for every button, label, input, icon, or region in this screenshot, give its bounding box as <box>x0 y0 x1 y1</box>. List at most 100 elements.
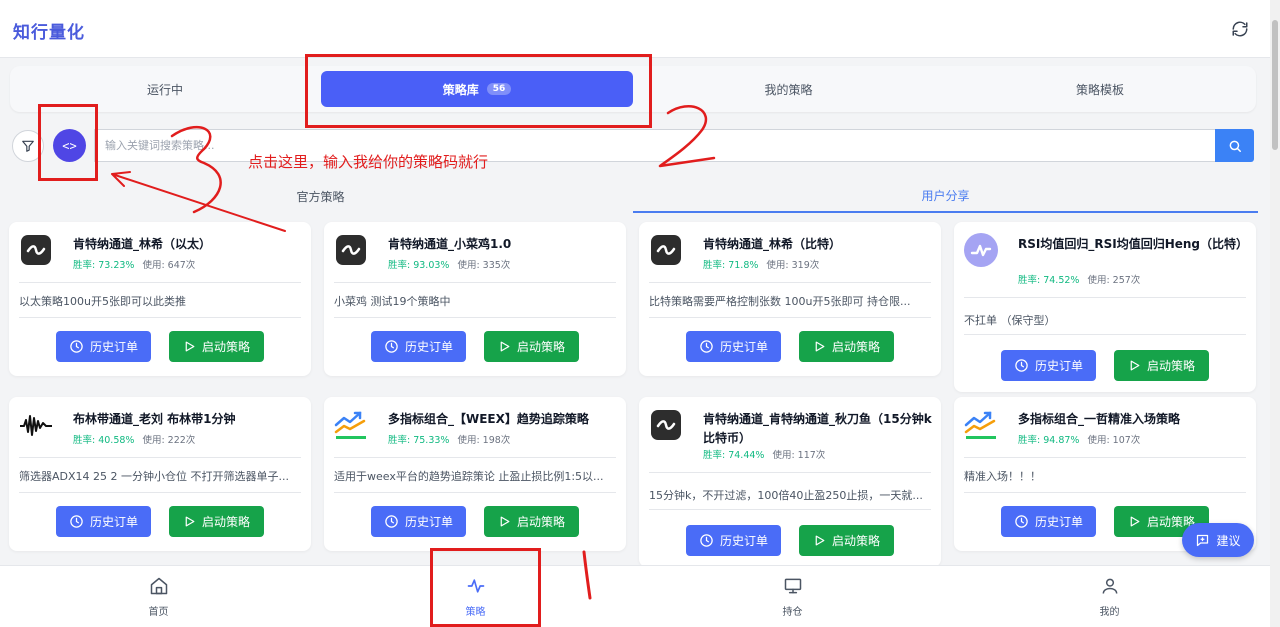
start-strategy-button[interactable]: 启动策略 <box>169 506 264 537</box>
history-orders-button[interactable]: 历史订单 <box>56 331 151 362</box>
history-orders-button[interactable]: 历史订单 <box>56 506 151 537</box>
start-strategy-button[interactable]: 启动策略 <box>799 331 894 362</box>
strategy-description: 不扛单 （保守型） <box>964 314 1056 327</box>
button-label: 历史订单 <box>89 340 138 354</box>
win-rate: 胜率: 71.8% <box>703 260 759 271</box>
clock-icon <box>70 340 83 353</box>
app-header: 知行量化 <box>0 0 1270 58</box>
tab-label: 运行中 <box>146 82 183 97</box>
start-strategy-button[interactable]: 启动策略 <box>799 525 894 556</box>
nav-positions[interactable]: 持仓 <box>634 566 951 627</box>
divider <box>334 492 616 493</box>
history-orders-button[interactable]: 历史订单 <box>686 525 781 556</box>
strategy-card[interactable]: 肯特纳通道_肯特纳通道_秋刀鱼（15分钟k比特币） 胜率: 74.44% 使用: 1… <box>639 397 941 567</box>
tab-strategy-templates[interactable]: 策略模板 <box>944 66 1256 112</box>
divider <box>649 282 931 283</box>
clock-icon <box>700 534 713 547</box>
strategy-title: 肯特纳通道_小菜鸡1.0 <box>388 237 512 251</box>
search-input[interactable] <box>94 129 1216 162</box>
strategy-description: 筛选器ADX14 25 2 一分钟小仓位 不打开筛选器单子... <box>19 470 289 483</box>
win-rate: 胜率: 74.44% <box>703 450 765 461</box>
suggest-label: 建议 <box>1216 533 1241 548</box>
strategy-description: 精准入场！！！ <box>964 470 1041 483</box>
strategy-code-button[interactable]: <> <box>53 129 86 162</box>
wave-icon <box>649 408 683 442</box>
divider <box>19 492 301 493</box>
play-icon <box>1130 360 1140 371</box>
button-label: 启动策略 <box>516 515 565 529</box>
win-rate: 胜率: 40.58% <box>73 435 135 446</box>
strategy-title: 布林带通道_老刘 布林带1分钟 <box>73 412 236 426</box>
tab-my-strategies[interactable]: 我的策略 <box>633 66 944 112</box>
strategy-card[interactable]: 肯特纳通道_林希（比特） 胜率: 71.8% 使用: 319次 比特策略需要严格控制张… <box>639 222 941 376</box>
refresh-button[interactable] <box>1228 17 1252 41</box>
button-label: 启动策略 <box>831 534 880 548</box>
divider <box>964 492 1246 493</box>
clock-icon <box>385 340 398 353</box>
strategy-title: RSI均值回归_RSI均值回归Heng（比特） <box>1018 237 1249 251</box>
trend-chart-icon <box>964 408 998 442</box>
strategy-description: 小菜鸡 测试19个策略中 <box>334 295 451 308</box>
clock-icon <box>1015 359 1028 372</box>
button-label: 启动策略 <box>1146 359 1195 373</box>
strategy-card[interactable]: RSI均值回归_RSI均值回归Heng（比特） 胜率: 74.52% 使用: 257… <box>954 222 1256 392</box>
app-title: 知行量化 <box>13 23 85 43</box>
button-label: 历史订单 <box>719 340 768 354</box>
strategy-description: 比特策略需要严格控制张数 100u开5张即可 持仓限... <box>649 295 911 308</box>
strategy-card[interactable]: 肯特纳通道_林希（以太） 胜率: 73.23% 使用: 647次 以太策略100u开5… <box>9 222 311 376</box>
tab-strategy-library[interactable]: 策略库 56 <box>321 71 633 107</box>
strategy-card[interactable]: 肯特纳通道_小菜鸡1.0 胜率: 93.03% 使用: 335次 小菜鸡 测试19个策… <box>324 222 626 376</box>
strategy-card[interactable]: 布林带通道_老刘 布林带1分钟 胜率: 40.58% 使用: 222次筛选器ADX1… <box>9 397 311 551</box>
strategy-card[interactable]: 多指标组合_【WEEX】趋势追踪策略 胜率: 75.33% 使用: 198次 适用于w… <box>324 397 626 551</box>
nav-home[interactable]: 首页 <box>0 566 317 627</box>
clock-icon <box>1015 515 1028 528</box>
source-tabs: 官方策略 用户分享 <box>8 180 1258 213</box>
filter-button[interactable] <box>12 130 44 162</box>
scrollbar-thumb[interactable] <box>1272 20 1278 150</box>
strategy-stats: 胜率: 73.23% 使用: 647次 <box>73 257 195 271</box>
suggest-button[interactable]: 建议 <box>1182 523 1254 557</box>
pulse-circle-icon <box>964 233 998 267</box>
strategy-stats: 胜率: 71.8% 使用: 319次 <box>703 257 819 271</box>
tab-label: 官方策略 <box>296 190 345 204</box>
strategy-stats: 胜率: 40.58% 使用: 222次 <box>73 432 195 446</box>
history-orders-button[interactable]: 历史订单 <box>686 331 781 362</box>
divider <box>334 317 616 318</box>
page-scrollbar[interactable] <box>1270 0 1280 627</box>
start-strategy-button[interactable]: 启动策略 <box>484 506 579 537</box>
start-strategy-button[interactable]: 启动策略 <box>1114 350 1209 381</box>
history-orders-button[interactable]: 历史订单 <box>1001 506 1096 537</box>
strategy-title: 多指标组合_一哲精准入场策略 <box>1018 412 1181 426</box>
button-label: 历史订单 <box>719 534 768 548</box>
win-rate: 胜率: 74.52% <box>1018 275 1080 286</box>
clock-icon <box>385 515 398 528</box>
usage-count: 使用: 319次 <box>766 260 820 271</box>
start-strategy-button[interactable]: 启动策略 <box>484 331 579 362</box>
tab-running[interactable]: 运行中 <box>10 66 320 112</box>
activity-icon <box>467 579 484 593</box>
divider <box>649 472 931 473</box>
search-button[interactable] <box>1215 129 1254 162</box>
strategy-stats: 胜率: 74.52% 使用: 257次 <box>1018 272 1140 286</box>
nav-strategy[interactable]: 策略 <box>317 566 634 627</box>
tab-user-shared[interactable]: 用户分享 <box>633 180 1258 213</box>
tab-label: 我的策略 <box>764 82 813 97</box>
refresh-icon <box>1232 21 1248 37</box>
button-label: 启动策略 <box>516 340 565 354</box>
history-orders-button[interactable]: 历史订单 <box>371 506 466 537</box>
history-orders-button[interactable]: 历史订单 <box>371 331 466 362</box>
wave-icon <box>334 233 368 267</box>
start-strategy-button[interactable]: 启动策略 <box>169 331 264 362</box>
usage-count: 使用: 107次 <box>1087 435 1141 446</box>
user-icon <box>1102 578 1117 594</box>
nav-label: 策略 <box>465 607 486 618</box>
chat-plus-icon <box>1197 534 1209 546</box>
nav-profile[interactable]: 我的 <box>951 566 1268 627</box>
history-orders-button[interactable]: 历史订单 <box>1001 350 1096 381</box>
strategy-description: 适用于weex平台的趋势追踪策论 止盈止损比例1:5以... <box>334 470 604 483</box>
tab-official-strategies[interactable]: 官方策略 <box>8 180 633 213</box>
divider <box>964 457 1246 458</box>
nav-label: 持仓 <box>782 607 803 618</box>
divider <box>649 317 931 318</box>
win-rate: 胜率: 75.33% <box>388 435 450 446</box>
